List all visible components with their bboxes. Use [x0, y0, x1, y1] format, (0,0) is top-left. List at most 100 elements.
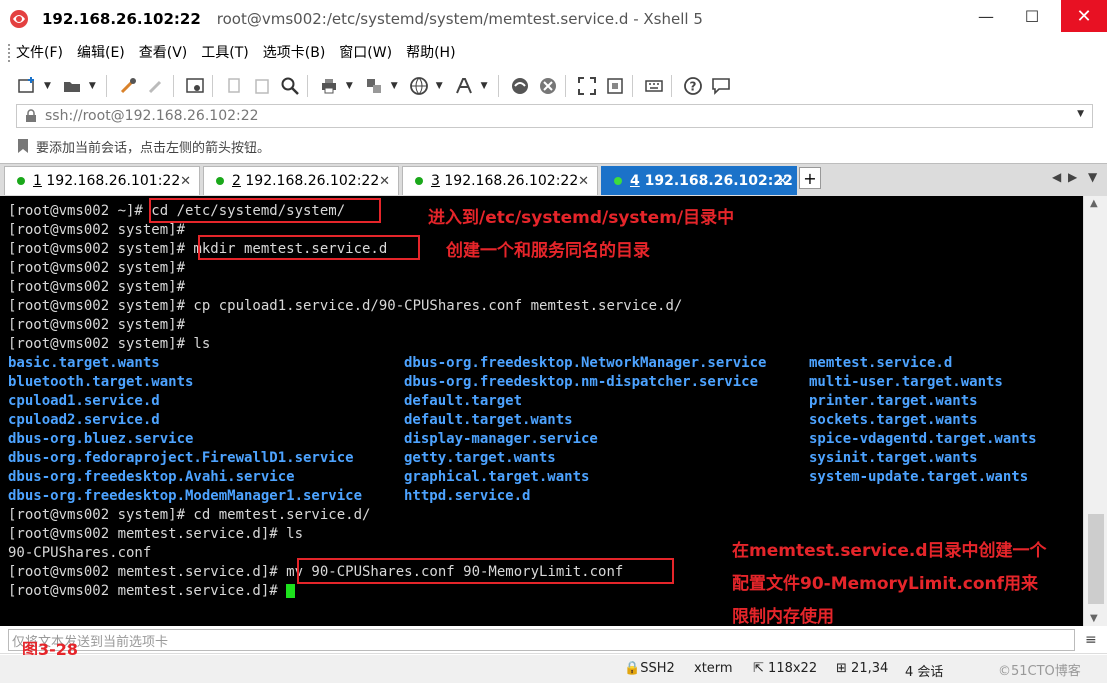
new-tab-button[interactable]: + — [799, 167, 821, 189]
ls-entry: basic.target.wants — [8, 355, 160, 371]
font-icon[interactable] — [453, 75, 475, 97]
ls-entry: dbus-org.freedesktop.NetworkManager.serv… — [404, 355, 767, 371]
menu-grip-icon — [8, 44, 11, 62]
window-title: root@vms002:/etc/systemd/system/memtest.… — [216, 10, 703, 28]
xftp-icon[interactable] — [509, 75, 531, 97]
globe-icon[interactable] — [408, 75, 430, 97]
menu-file[interactable]: 文件(F) — [16, 42, 63, 62]
tab-close-icon[interactable]: ✕ — [578, 174, 589, 189]
new-session-icon[interactable] — [16, 75, 38, 97]
print-icon[interactable] — [318, 75, 340, 97]
session-hint-text: 要添加当前会话，点击左侧的箭头按钮。 — [36, 140, 271, 156]
toolbar-separator — [497, 75, 499, 97]
transfer-dropdown-icon[interactable]: ▼ — [391, 81, 398, 91]
chat-icon[interactable] — [710, 75, 732, 97]
status-terminal-type: xterm — [694, 661, 733, 676]
minimize-button[interactable]: — — [963, 0, 1009, 32]
terminal-line: [root@vms002 system]# cp cpuload1.servic… — [8, 298, 683, 314]
tab-close-icon[interactable]: ✕ — [379, 174, 390, 189]
cursor-position-icon: ⊞ — [836, 661, 847, 676]
status-sessions: 4 会话 — [905, 665, 944, 680]
ls-entry: bluetooth.target.wants — [8, 374, 194, 390]
status-lock-icon: 🔒 — [624, 661, 641, 676]
menu-tabs[interactable]: 选项卡(B) — [263, 42, 326, 62]
scroll-up-icon[interactable]: ▲ — [1090, 198, 1098, 209]
toolbar-separator — [564, 75, 566, 97]
size-icon: ⇱ — [753, 661, 764, 676]
status-protocol: 🔒SSH2 — [624, 661, 675, 676]
lock-icon — [26, 109, 36, 122]
title-bar: 192.168.26.102:22 root@vms002:/etc/syste… — [0, 0, 1107, 38]
toolbar-separator — [211, 75, 213, 97]
address-value[interactable]: ssh://root@192.168.26.102:22 — [45, 108, 259, 124]
tab-list-icon[interactable]: ▼ — [1088, 170, 1097, 184]
paste-icon[interactable] — [251, 75, 273, 97]
tab-scroll-left-icon[interactable]: ◀ — [1052, 170, 1061, 184]
tab-session-4[interactable]: 4 192.168.26.102:22 ✕ — [601, 166, 797, 195]
window-title-host: 192.168.26.102:22 — [42, 10, 201, 28]
fullscreen-icon[interactable] — [576, 75, 598, 97]
open-folder-icon[interactable] — [61, 75, 83, 97]
terminal-prompt-line: [root@vms002 memtest.service.d]# — [8, 582, 296, 601]
compose-menu-icon[interactable]: ≡ — [1085, 632, 1097, 648]
copy-icon[interactable] — [223, 75, 245, 97]
ls-entry: system-update.target.wants — [809, 469, 1029, 485]
maximize-button[interactable]: ☐ — [1009, 0, 1055, 32]
bookmark-arrow-icon[interactable] — [16, 138, 30, 154]
annotation-text: 创建一个和服务同名的目录 — [446, 241, 650, 261]
terminal-line: [root@vms002 system]# — [8, 260, 186, 276]
menu-bar: 文件(F) 编辑(E) 查看(V) 工具(T) 选项卡(B) 窗口(W) 帮助(… — [0, 38, 1107, 66]
ls-entry: getty.target.wants — [404, 450, 556, 466]
help-icon[interactable]: ? — [682, 75, 704, 97]
close-button[interactable]: ✕ — [1061, 0, 1107, 32]
ls-entry: dbus-org.freedesktop.nm-dispatcher.servi… — [404, 374, 759, 390]
tab-close-icon[interactable]: ✕ — [777, 174, 788, 189]
globe-dropdown-icon[interactable]: ▼ — [436, 81, 443, 91]
tab-session-1[interactable]: 1 192.168.26.101:22 ✕ — [4, 166, 200, 195]
reconnect-icon[interactable] — [117, 75, 139, 97]
open-dropdown-icon[interactable]: ▼ — [89, 81, 96, 91]
toolbar-separator — [670, 75, 672, 97]
address-dropdown-icon[interactable]: ▼ — [1077, 109, 1084, 119]
properties-icon[interactable] — [184, 75, 206, 97]
tab-session-3[interactable]: 3 192.168.26.102:22 ✕ — [402, 166, 598, 195]
menu-tools[interactable]: 工具(T) — [201, 42, 248, 62]
ls-entry: cpuload1.service.d — [8, 393, 160, 409]
tab-scroll-right-icon[interactable]: ▶ — [1068, 170, 1077, 184]
ls-entry: dbus-org.fedoraproject.FirewallD1.servic… — [8, 450, 354, 466]
terminal-scrollbar[interactable]: ▲ ▼ — [1083, 196, 1107, 626]
status-cursor-position: ⊞ 21,34 — [836, 661, 889, 676]
print-dropdown-icon[interactable]: ▼ — [346, 81, 353, 91]
ls-entry: printer.target.wants — [809, 393, 978, 409]
font-dropdown-icon[interactable]: ▼ — [481, 81, 488, 91]
terminal-line: [root@vms002 system]# cd memtest.service… — [8, 507, 371, 523]
xmanager-icon[interactable] — [537, 75, 559, 97]
disconnect-icon[interactable] — [145, 75, 167, 97]
menu-help[interactable]: 帮助(H) — [406, 42, 455, 62]
menu-view[interactable]: 查看(V) — [139, 42, 188, 62]
scroll-down-icon[interactable]: ▼ — [1090, 613, 1098, 624]
menu-window[interactable]: 窗口(W) — [339, 42, 392, 62]
terminal-output[interactable]: [root@vms002 ~]# cd /etc/systemd/system/… — [0, 196, 1083, 626]
lock-screen-icon[interactable] — [604, 75, 626, 97]
transfer-icon[interactable] — [363, 75, 385, 97]
ls-entry: dbus-org.freedesktop.Avahi.service — [8, 469, 295, 485]
ls-entry: sockets.target.wants — [809, 412, 978, 428]
status-size: ⇱ 118x22 — [753, 661, 818, 676]
send-text-input[interactable] — [8, 629, 1075, 651]
ls-entry: graphical.target.wants — [404, 469, 590, 485]
connected-status-icon — [17, 177, 25, 185]
tab-session-2[interactable]: 2 192.168.26.102:22 ✕ — [203, 166, 399, 195]
tab-close-icon[interactable]: ✕ — [180, 174, 191, 189]
find-icon[interactable] — [279, 75, 301, 97]
terminal-line: [root@vms002 system]# ls — [8, 336, 211, 352]
scroll-thumb[interactable] — [1088, 514, 1104, 604]
annotation-text: 限制内存使用 — [732, 607, 834, 626]
new-session-dropdown-icon[interactable]: ▼ — [44, 81, 51, 91]
terminal-line: [root@vms002 system]# — [8, 222, 186, 238]
connected-status-icon — [614, 177, 622, 185]
address-bar[interactable]: ssh://root@192.168.26.102:22 ▼ — [16, 104, 1093, 128]
connected-status-icon — [415, 177, 423, 185]
keyboard-icon[interactable] — [643, 75, 665, 97]
menu-edit[interactable]: 编辑(E) — [77, 42, 125, 62]
